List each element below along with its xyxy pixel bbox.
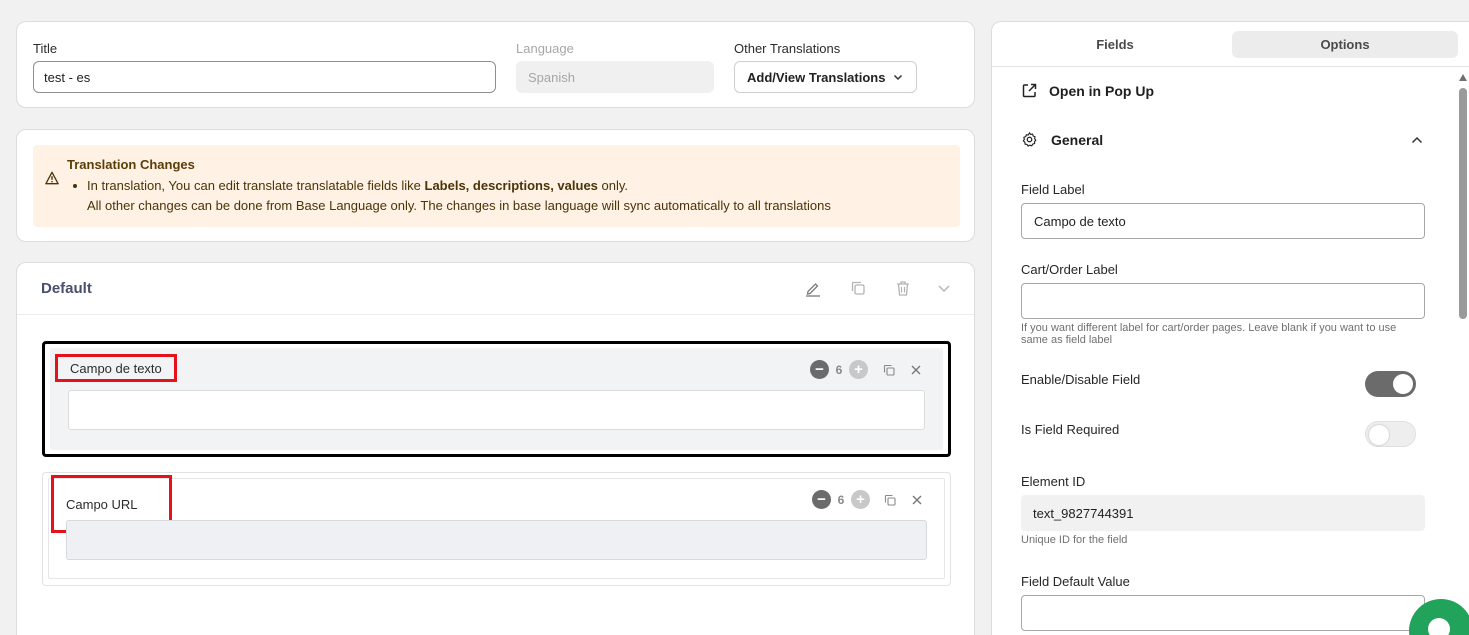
notice-title: Translation Changes xyxy=(67,157,195,172)
scrollbar-thumb[interactable] xyxy=(1459,88,1467,319)
width-value: 6 xyxy=(837,492,845,507)
gear-icon xyxy=(1022,132,1037,147)
field-options-panel: Fields Options Open in Pop Up General Fi… xyxy=(991,21,1469,635)
section-divider xyxy=(17,314,974,315)
copy-icon[interactable] xyxy=(849,279,867,297)
cart-order-label-help: If you want different label for cart/ord… xyxy=(1021,322,1397,346)
field-required-toggle[interactable] xyxy=(1365,421,1416,447)
minus-icon[interactable]: − xyxy=(812,490,831,509)
edit-icon[interactable] xyxy=(804,279,822,297)
close-icon[interactable] xyxy=(910,493,924,507)
plus-icon[interactable]: + xyxy=(849,360,868,379)
copy-icon[interactable] xyxy=(882,363,896,377)
field-item-selected[interactable]: Campo de texto − 6 + xyxy=(42,341,951,457)
chat-icon-center xyxy=(1428,618,1450,635)
chevron-down-icon[interactable] xyxy=(935,279,953,297)
element-id-label: Element ID xyxy=(1021,474,1086,489)
notice-line-2: All other changes can be done from Base … xyxy=(87,198,831,213)
add-view-translations-button[interactable]: Add/View Translations xyxy=(734,61,917,93)
cart-order-label-label: Cart/Order Label xyxy=(1021,262,1118,277)
trash-icon[interactable] xyxy=(894,279,912,297)
width-value: 6 xyxy=(835,362,843,377)
copy-icon[interactable] xyxy=(883,493,897,507)
other-translations-label: Other Translations xyxy=(734,41,841,56)
field-label: Campo de texto xyxy=(55,354,177,382)
toggle-knob xyxy=(1369,425,1389,445)
scroll-up-arrow[interactable] xyxy=(1459,74,1467,81)
tabs-divider xyxy=(992,66,1469,67)
notice-card: Translation Changes In translation, You … xyxy=(16,129,975,242)
url-field-preview xyxy=(66,520,927,560)
field-label-input[interactable]: Campo de texto xyxy=(1021,203,1425,239)
width-controls: − 6 + xyxy=(812,490,870,509)
notice-line-1: In translation, You can edit translate t… xyxy=(87,178,628,193)
add-view-translations-label: Add/View Translations xyxy=(747,69,886,85)
language-label: Language xyxy=(516,41,574,56)
enable-field-toggle[interactable] xyxy=(1365,371,1416,397)
section-card: Default Campo de texto − 6 + Campo URL −… xyxy=(16,262,975,635)
width-controls: − 6 + xyxy=(810,360,868,379)
field-item[interactable]: Campo URL − 6 + xyxy=(42,472,951,586)
tab-options[interactable]: Options xyxy=(1232,31,1458,58)
minus-icon[interactable]: − xyxy=(810,360,829,379)
section-title: Default xyxy=(41,280,92,297)
close-icon[interactable] xyxy=(909,363,923,377)
enable-field-label: Enable/Disable Field xyxy=(1021,372,1141,387)
general-section-title[interactable]: General xyxy=(1051,132,1103,148)
plus-icon[interactable]: + xyxy=(851,490,870,509)
field-label-label: Field Label xyxy=(1021,182,1085,197)
notice-line-1-prefix: In translation, You can edit translate t… xyxy=(87,178,425,193)
field-default-value-input[interactable] xyxy=(1021,595,1425,631)
field-default-value-label: Field Default Value xyxy=(1021,574,1130,589)
notice-line-1-bold: Labels, descriptions, values xyxy=(424,178,598,193)
element-id-help: Unique ID for the field xyxy=(1021,534,1128,546)
language-select: Spanish xyxy=(516,61,714,93)
tab-fields[interactable]: Fields xyxy=(1016,31,1214,58)
translation-settings-card: Title test - es Language Spanish Other T… xyxy=(16,21,975,108)
notice-line-1-suffix: only. xyxy=(597,178,629,193)
chevron-up-icon[interactable] xyxy=(1410,133,1424,147)
external-link-icon xyxy=(1022,83,1037,98)
text-field-preview xyxy=(68,390,925,430)
title-label: Title xyxy=(33,41,58,56)
translation-notice: Translation Changes In translation, You … xyxy=(33,145,960,227)
chevron-down-icon xyxy=(894,74,903,81)
toggle-knob xyxy=(1393,374,1413,394)
bullet xyxy=(73,184,77,188)
title-input[interactable]: test - es xyxy=(33,61,496,93)
cart-order-label-input[interactable] xyxy=(1021,283,1425,319)
field-required-label: Is Field Required xyxy=(1021,422,1120,437)
open-in-popup-link[interactable]: Open in Pop Up xyxy=(1049,83,1154,99)
warning-icon xyxy=(45,171,59,185)
element-id-value: text_9827744391 xyxy=(1021,495,1425,531)
